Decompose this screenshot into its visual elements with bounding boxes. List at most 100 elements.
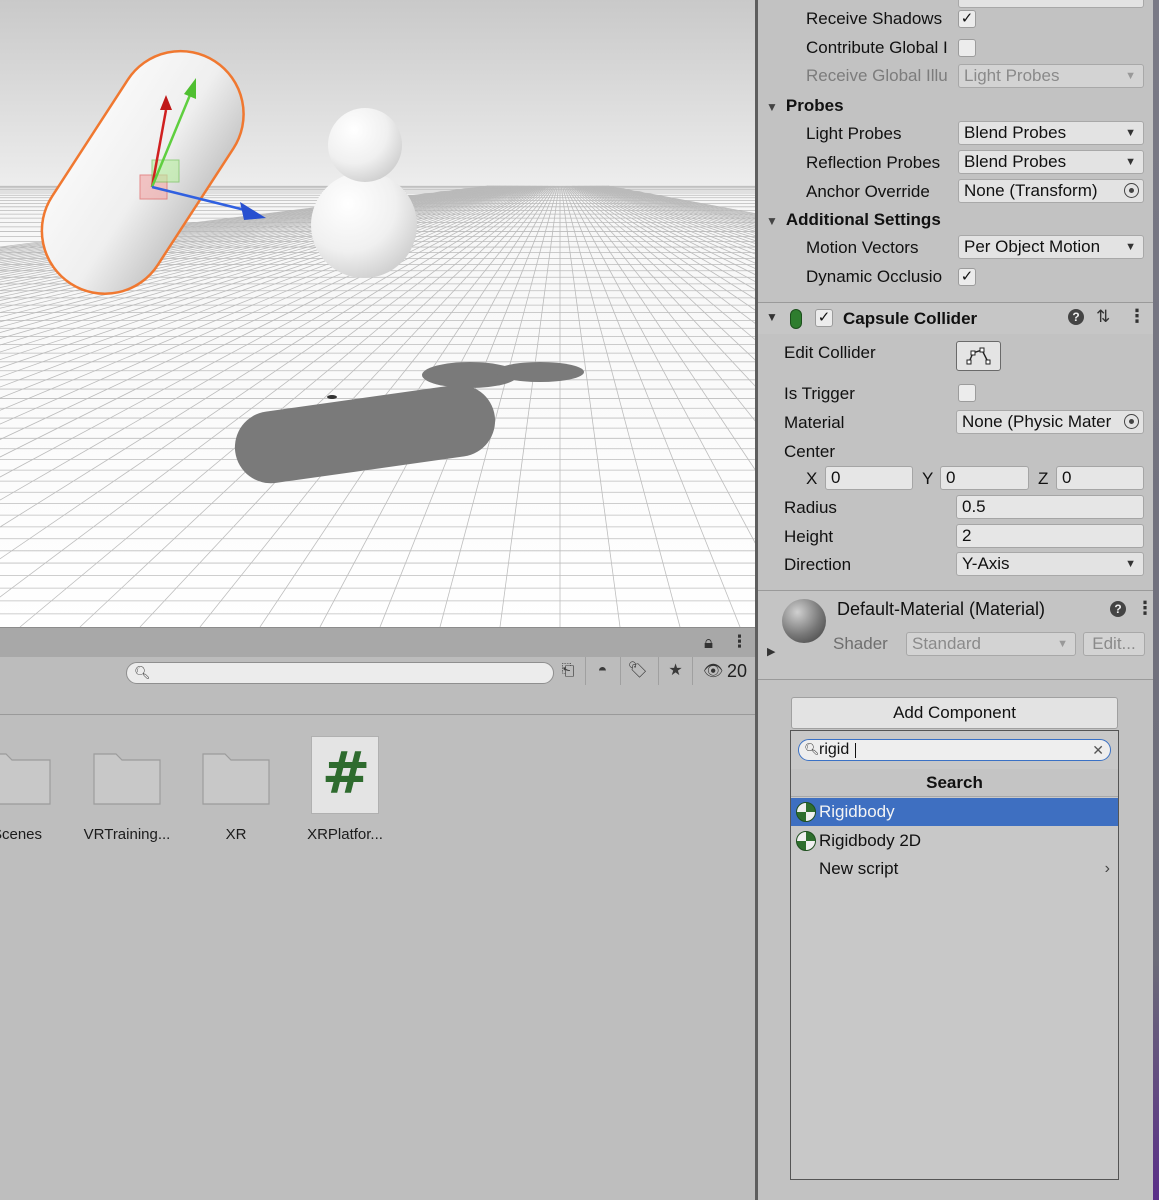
radius-field[interactable]: 0.5 — [956, 495, 1144, 519]
asset-label: XRPlatfor... — [307, 826, 383, 843]
center-x-label: X — [806, 469, 818, 488]
component-search-input[interactable]: 🔍︎ rigid ✕ — [798, 739, 1111, 761]
result-rigidbody[interactable]: Rigidbody — [791, 798, 1118, 826]
clear-search-icon[interactable]: ✕ — [1092, 740, 1104, 760]
dynamic-occlusion-checkbox[interactable]: ✓ — [958, 268, 976, 286]
popup-title: Search — [791, 769, 1118, 797]
height-label: Height — [784, 527, 834, 546]
asset-grid: Scenes VRTraining... XR # XRPlatfor... — [0, 716, 755, 1200]
add-component-button[interactable]: Add Component — [791, 697, 1118, 729]
additional-settings-header[interactable]: ▼ Additional Settings — [766, 210, 941, 230]
collider-material-row: Material None (Physic Mater — [758, 409, 1153, 437]
motion-vectors-dropdown[interactable]: Per Object Motion ▼ — [958, 235, 1144, 259]
center-x-field[interactable]: 0 — [825, 466, 913, 490]
rigidbody-2d-icon — [796, 831, 816, 851]
light-probes-dropdown[interactable]: Blend Probes ▼ — [958, 121, 1144, 145]
center-z-field[interactable]: 0 — [1056, 466, 1144, 490]
receive-shadows-checkbox[interactable]: ✓ — [958, 10, 976, 28]
result-label: New script — [819, 859, 899, 878]
center-label: Center — [784, 442, 836, 461]
direction-dropdown[interactable]: Y-Axis ▼ — [956, 552, 1144, 576]
object-picker-icon[interactable] — [1124, 414, 1139, 429]
kebab-menu-icon[interactable]: ⋮ — [731, 632, 748, 652]
kebab-menu-icon[interactable]: ⋮ — [1136, 598, 1154, 619]
center-y-field[interactable]: 0 — [940, 466, 1029, 490]
is-trigger-checkbox[interactable] — [958, 384, 976, 402]
search-value: rigid — [819, 741, 850, 758]
project-tab-bar: 🔒︎ ⋮ — [0, 627, 755, 657]
help-icon[interactable]: ? — [1068, 309, 1084, 325]
search-by-type-button[interactable]: ⎗ — [551, 657, 585, 685]
anchor-override-field[interactable]: None (Transform) — [958, 179, 1144, 203]
result-label: Rigidbody 2D — [819, 831, 922, 850]
reflection-probes-row: Reflection Probes Blend Probes ▼ — [758, 149, 1153, 177]
result-rigidbody-2d[interactable]: Rigidbody 2D — [791, 827, 1118, 855]
favorites-star-icon[interactable]: ★ — [658, 657, 692, 685]
center-y-label: Y — [922, 469, 934, 488]
chevron-down-icon: ▼ — [1057, 638, 1068, 650]
probes-section-header[interactable]: ▼ Probes — [766, 96, 844, 116]
scene-view[interactable] — [0, 0, 755, 627]
edit-collider-button[interactable] — [956, 341, 1001, 371]
hidden-eye-icon[interactable]: 👁︎ — [703, 661, 723, 681]
chevron-down-icon: ▼ — [1125, 558, 1136, 570]
motion-vectors-row: Motion Vectors Per Object Motion ▼ — [758, 234, 1153, 262]
light-probes-label: Light Probes — [806, 124, 902, 143]
chevron-down-icon: ▼ — [1125, 241, 1136, 253]
result-label: Rigidbody — [819, 802, 895, 821]
filter-by-type-icon[interactable]: ◓ — [585, 657, 619, 685]
receive-gi-label: Receive Global Illu — [806, 66, 948, 85]
dynamic-occlusion-label: Dynamic Occlusio — [806, 267, 943, 286]
kebab-menu-icon[interactable]: ⋮ — [1128, 306, 1146, 327]
physic-material-field[interactable]: None (Physic Mater — [956, 410, 1144, 434]
new-script-item[interactable]: New script › — [791, 855, 1118, 883]
inspector-panel: Receive Shadows ✓ Contribute Global I Re… — [758, 0, 1154, 1200]
component-enabled-checkbox[interactable]: ✓ — [815, 309, 833, 327]
lock-icon[interactable]: 🔒︎ — [704, 633, 713, 653]
height-field[interactable]: 2 — [956, 524, 1144, 548]
direction-label: Direction — [784, 555, 852, 574]
scene-canvas[interactable] — [0, 0, 755, 627]
chevron-down-icon: ▼ — [1125, 156, 1136, 168]
receive-shadows-label: Receive Shadows — [806, 9, 943, 28]
csharp-script-icon: # — [311, 736, 379, 814]
help-icon[interactable]: ? — [1110, 601, 1126, 617]
receive-gi-dropdown[interactable]: Light Probes ▼ — [958, 64, 1144, 88]
project-toolbar: 🔍︎ ⎗ ◓ 🏷︎ ★ 👁︎ 20 — [0, 657, 755, 715]
project-search-input[interactable]: 🔍︎ — [126, 662, 554, 684]
shader-label: Shader — [833, 634, 888, 653]
shader-dropdown[interactable]: Standard ▼ — [906, 632, 1076, 656]
contribute-gi-row: Contribute Global I — [758, 35, 1153, 63]
desktop-background-edge — [1153, 0, 1159, 1200]
asset-label: VRTraining... — [83, 826, 171, 843]
contribute-gi-checkbox[interactable] — [958, 39, 976, 57]
text-caret — [855, 743, 856, 758]
reflection-probes-dropdown[interactable]: Blend Probes ▼ — [958, 150, 1144, 174]
radius-row: Radius 0.5 — [758, 495, 1153, 523]
foldout-triangle-icon[interactable]: ▼ — [766, 310, 778, 324]
center-z-label: Z — [1038, 469, 1049, 488]
capsule-collider-header[interactable]: ▼ ✓ Capsule Collider ? ⇅ ⋮ — [758, 302, 1153, 334]
edit-shader-button[interactable]: Edit... — [1083, 632, 1145, 656]
component-title: Capsule Collider — [843, 309, 978, 328]
direction-row: Direction Y-Axis ▼ — [758, 552, 1153, 580]
search-icon: 🔍︎ — [134, 665, 151, 680]
is-trigger-label: Is Trigger — [784, 384, 855, 403]
filter-by-label-icon[interactable]: 🏷︎ — [620, 657, 654, 685]
chevron-down-icon: ▼ — [1125, 127, 1136, 139]
search-icon: 🔍︎ — [804, 742, 820, 756]
receive-gi-row: Receive Global Illu Light Probes ▼ — [758, 63, 1153, 91]
material-section: ▶ Default-Material (Material) ? ⋮ Shader… — [758, 590, 1154, 680]
edit-collider-label: Edit Collider — [784, 343, 876, 362]
anchor-override-label: Anchor Override — [806, 182, 930, 201]
chevron-down-icon: ▼ — [1125, 70, 1136, 82]
rigidbody-icon — [796, 802, 816, 822]
light-probes-row: Light Probes Blend Probes ▼ — [758, 120, 1153, 148]
material-name: Default-Material (Material) — [837, 599, 1046, 619]
material-preview[interactable] — [782, 599, 826, 643]
preset-sliders-icon[interactable]: ⇅ — [1096, 307, 1110, 327]
object-picker-icon[interactable] — [1124, 183, 1139, 198]
collider-material-label: Material — [784, 413, 845, 432]
capsule-collider-icon — [790, 309, 802, 329]
foldout-triangle-icon[interactable]: ▶ — [767, 645, 775, 658]
